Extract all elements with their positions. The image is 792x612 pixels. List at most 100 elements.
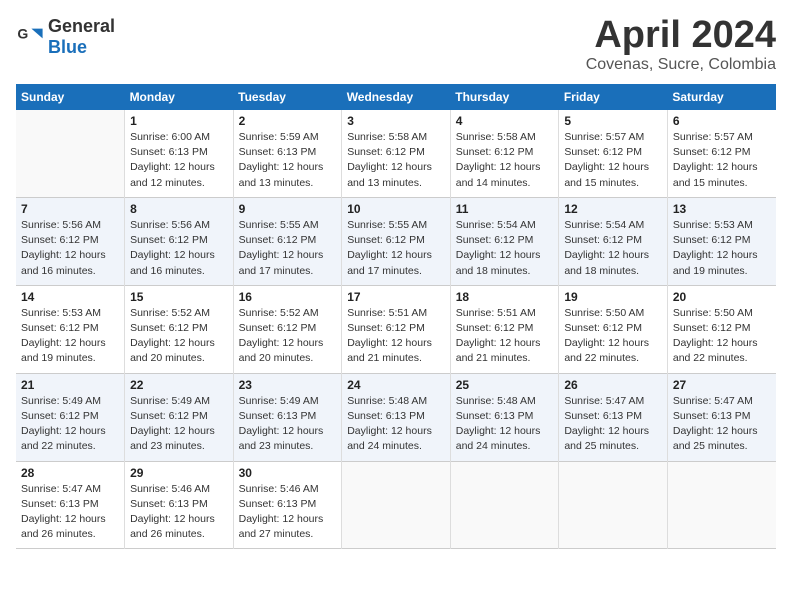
weekday-header: Thursday [450, 84, 559, 110]
svg-text:G: G [17, 25, 28, 41]
title-area: April 2024 Covenas, Sucre, Colombia [586, 16, 776, 74]
calendar-cell: 23 Sunrise: 5:49 AM Sunset: 6:13 PM Dayli… [233, 373, 342, 461]
page-header: G General Blue April 2024 Covenas, Sucre… [16, 16, 776, 74]
calendar-week-row: 1Sunrise: 6:00 AM Sunset: 6:13 PM Daylig… [16, 110, 776, 197]
calendar-table: SundayMondayTuesdayWednesdayThursdayFrid… [16, 84, 776, 549]
day-number: 21 [21, 378, 119, 392]
calendar-cell [667, 461, 776, 549]
month-title: April 2024 [586, 16, 776, 54]
day-number: 15 [130, 290, 228, 304]
cell-info: Sunrise: 5:52 AM Sunset: 6:12 PM Dayligh… [239, 306, 337, 367]
calendar-cell: 5 Sunrise: 5:57 AM Sunset: 6:12 PM Daylig… [559, 110, 668, 197]
calendar-week-row: 7 Sunrise: 5:56 AM Sunset: 6:12 PM Daylig… [16, 197, 776, 285]
cell-info: Sunrise: 5:56 AM Sunset: 6:12 PM Dayligh… [130, 218, 228, 279]
day-number: 2 [239, 114, 337, 128]
cell-info: Sunrise: 5:47 AM Sunset: 6:13 PM Dayligh… [673, 394, 771, 455]
day-number: 12 [564, 202, 662, 216]
cell-info: Sunrise: 5:54 AM Sunset: 6:12 PM Dayligh… [564, 218, 662, 279]
calendar-cell: 2 Sunrise: 5:59 AM Sunset: 6:13 PM Daylig… [233, 110, 342, 197]
calendar-cell: 1Sunrise: 6:00 AM Sunset: 6:13 PM Daylig… [125, 110, 234, 197]
calendar-cell: 20 Sunrise: 5:50 AM Sunset: 6:12 PM Dayli… [667, 285, 776, 373]
location-subtitle: Covenas, Sucre, Colombia [586, 56, 776, 74]
calendar-cell: 4Sunrise: 5:58 AM Sunset: 6:12 PM Daylig… [450, 110, 559, 197]
cell-info: Sunrise: 5:49 AM Sunset: 6:13 PM Dayligh… [239, 394, 337, 455]
cell-info: Sunrise: 5:50 AM Sunset: 6:12 PM Dayligh… [673, 306, 771, 367]
calendar-cell: 19 Sunrise: 5:50 AM Sunset: 6:12 PM Dayli… [559, 285, 668, 373]
calendar-cell [342, 461, 451, 549]
calendar-cell: 21 Sunrise: 5:49 AM Sunset: 6:12 PM Dayli… [16, 373, 125, 461]
day-number: 27 [673, 378, 771, 392]
cell-info: Sunrise: 5:53 AM Sunset: 6:12 PM Dayligh… [673, 218, 771, 279]
logo-icon: G [16, 23, 44, 51]
logo-blue-text: Blue [48, 37, 87, 57]
calendar-week-row: 28 Sunrise: 5:47 AM Sunset: 6:13 PM Dayli… [16, 461, 776, 549]
day-number: 29 [130, 466, 228, 480]
day-number: 18 [456, 290, 554, 304]
calendar-cell: 13 Sunrise: 5:53 AM Sunset: 6:12 PM Dayli… [667, 197, 776, 285]
cell-info: Sunrise: 5:49 AM Sunset: 6:12 PM Dayligh… [130, 394, 228, 455]
cell-info: Sunrise: 5:49 AM Sunset: 6:12 PM Dayligh… [21, 394, 119, 455]
cell-info: Sunrise: 5:57 AM Sunset: 6:12 PM Dayligh… [673, 130, 771, 191]
day-number: 22 [130, 378, 228, 392]
calendar-cell: 8 Sunrise: 5:56 AM Sunset: 6:12 PM Daylig… [125, 197, 234, 285]
calendar-week-row: 21 Sunrise: 5:49 AM Sunset: 6:12 PM Dayli… [16, 373, 776, 461]
day-number: 8 [130, 202, 228, 216]
cell-info: Sunrise: 5:55 AM Sunset: 6:12 PM Dayligh… [347, 218, 445, 279]
calendar-cell: 9Sunrise: 5:55 AM Sunset: 6:12 PM Daylig… [233, 197, 342, 285]
day-number: 23 [239, 378, 337, 392]
cell-info: Sunrise: 5:51 AM Sunset: 6:12 PM Dayligh… [456, 306, 554, 367]
weekday-header: Tuesday [233, 84, 342, 110]
logo-general-text: General [48, 16, 115, 36]
cell-info: Sunrise: 5:50 AM Sunset: 6:12 PM Dayligh… [564, 306, 662, 367]
cell-info: Sunrise: 5:48 AM Sunset: 6:13 PM Dayligh… [456, 394, 554, 455]
cell-info: Sunrise: 6:00 AM Sunset: 6:13 PM Dayligh… [130, 130, 228, 191]
calendar-cell: 24 Sunrise: 5:48 AM Sunset: 6:13 PM Dayli… [342, 373, 451, 461]
day-number: 19 [564, 290, 662, 304]
day-number: 26 [564, 378, 662, 392]
day-number: 10 [347, 202, 445, 216]
day-number: 5 [564, 114, 662, 128]
calendar-cell: 14 Sunrise: 5:53 AM Sunset: 6:12 PM Dayli… [16, 285, 125, 373]
cell-info: Sunrise: 5:53 AM Sunset: 6:12 PM Dayligh… [21, 306, 119, 367]
weekday-header: Wednesday [342, 84, 451, 110]
cell-info: Sunrise: 5:58 AM Sunset: 6:12 PM Dayligh… [347, 130, 445, 191]
day-number: 3 [347, 114, 445, 128]
cell-info: Sunrise: 5:47 AM Sunset: 6:13 PM Dayligh… [564, 394, 662, 455]
day-number: 11 [456, 202, 554, 216]
day-number: 14 [21, 290, 119, 304]
calendar-cell [16, 110, 125, 197]
cell-info: Sunrise: 5:51 AM Sunset: 6:12 PM Dayligh… [347, 306, 445, 367]
calendar-cell: 18 Sunrise: 5:51 AM Sunset: 6:12 PM Dayli… [450, 285, 559, 373]
calendar-cell: 22 Sunrise: 5:49 AM Sunset: 6:12 PM Dayli… [125, 373, 234, 461]
cell-info: Sunrise: 5:48 AM Sunset: 6:13 PM Dayligh… [347, 394, 445, 455]
cell-info: Sunrise: 5:56 AM Sunset: 6:12 PM Dayligh… [21, 218, 119, 279]
day-number: 9 [239, 202, 337, 216]
day-number: 28 [21, 466, 119, 480]
cell-info: Sunrise: 5:46 AM Sunset: 6:13 PM Dayligh… [239, 482, 337, 543]
calendar-cell: 12 Sunrise: 5:54 AM Sunset: 6:12 PM Dayli… [559, 197, 668, 285]
calendar-cell: 25Sunrise: 5:48 AM Sunset: 6:13 PM Dayli… [450, 373, 559, 461]
cell-info: Sunrise: 5:59 AM Sunset: 6:13 PM Dayligh… [239, 130, 337, 191]
calendar-cell: 6Sunrise: 5:57 AM Sunset: 6:12 PM Daylig… [667, 110, 776, 197]
weekday-header: Sunday [16, 84, 125, 110]
day-number: 16 [239, 290, 337, 304]
day-number: 7 [21, 202, 119, 216]
cell-info: Sunrise: 5:47 AM Sunset: 6:13 PM Dayligh… [21, 482, 119, 543]
calendar-header: SundayMondayTuesdayWednesdayThursdayFrid… [16, 84, 776, 110]
calendar-cell: 30Sunrise: 5:46 AM Sunset: 6:13 PM Dayli… [233, 461, 342, 549]
calendar-week-row: 14 Sunrise: 5:53 AM Sunset: 6:12 PM Dayli… [16, 285, 776, 373]
weekday-header: Monday [125, 84, 234, 110]
calendar-cell: 28 Sunrise: 5:47 AM Sunset: 6:13 PM Dayli… [16, 461, 125, 549]
calendar-cell: 10 Sunrise: 5:55 AM Sunset: 6:12 PM Dayli… [342, 197, 451, 285]
day-number: 17 [347, 290, 445, 304]
day-number: 13 [673, 202, 771, 216]
day-number: 24 [347, 378, 445, 392]
logo: G General Blue [16, 16, 115, 58]
cell-info: Sunrise: 5:58 AM Sunset: 6:12 PM Dayligh… [456, 130, 554, 191]
calendar-cell [559, 461, 668, 549]
calendar-cell: 15Sunrise: 5:52 AM Sunset: 6:12 PM Dayli… [125, 285, 234, 373]
cell-info: Sunrise: 5:46 AM Sunset: 6:13 PM Dayligh… [130, 482, 228, 543]
cell-info: Sunrise: 5:57 AM Sunset: 6:12 PM Dayligh… [564, 130, 662, 191]
calendar-cell: 7 Sunrise: 5:56 AM Sunset: 6:12 PM Daylig… [16, 197, 125, 285]
day-number: 20 [673, 290, 771, 304]
